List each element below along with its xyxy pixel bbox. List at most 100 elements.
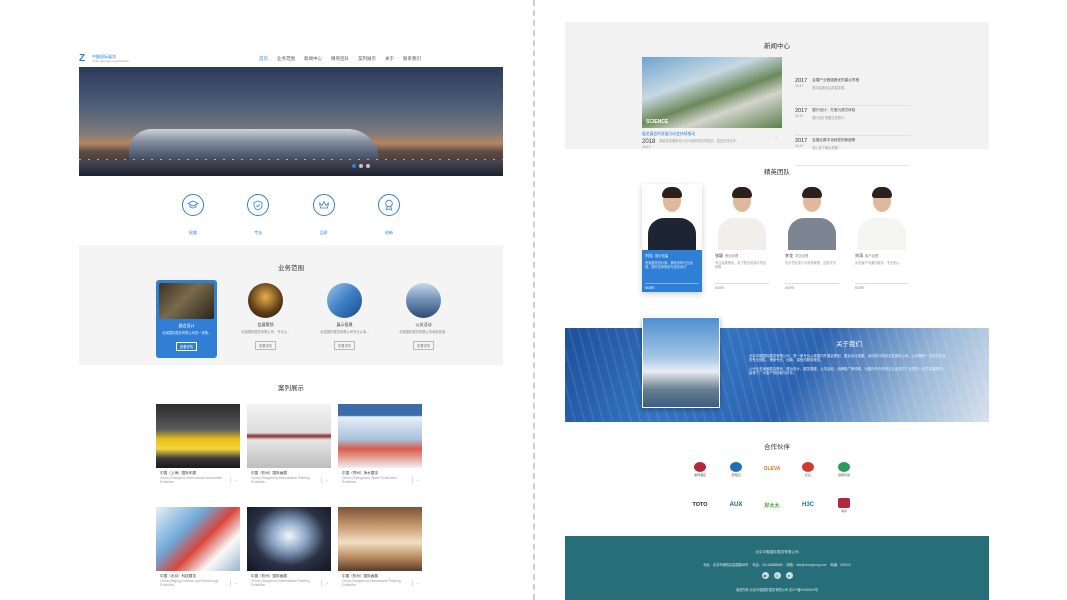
case-image bbox=[338, 507, 422, 571]
feature-quality[interactable]: 品质 bbox=[310, 194, 338, 244]
service-image bbox=[406, 283, 441, 318]
team-title: 精英团队 bbox=[764, 169, 790, 176]
carousel-dot[interactable] bbox=[359, 164, 363, 168]
partner-logo[interactable]: H3C bbox=[790, 494, 826, 516]
news-date: 10-17 bbox=[795, 114, 804, 118]
partner-logo[interactable]: OLEVA bbox=[754, 458, 790, 480]
partner-logo[interactable]: 迪拜酒店 bbox=[682, 458, 718, 480]
homepage-bottom-half: 新闻中心 SCIENCE 展览展会的发展方向会持续推动 2018 10-17 展… bbox=[565, 0, 989, 600]
partner-logo[interactable]: 碧桂园 bbox=[718, 458, 754, 480]
qq-icon[interactable]: ● bbox=[785, 572, 793, 579]
news-image[interactable]: SCIENCE bbox=[642, 57, 782, 128]
service-more-button[interactable]: 查看详情 bbox=[333, 341, 356, 350]
partner-logo[interactable]: 健康科技 bbox=[826, 458, 862, 480]
hero-banner[interactable] bbox=[79, 67, 503, 176]
about-text: 北京中融国际展览有限公司，是一家专业从事国内外展会策划、展台设计搭建、活动执行的… bbox=[749, 354, 949, 376]
service-title: 会展策划 bbox=[257, 322, 274, 327]
partner-logo[interactable]: 好太太 bbox=[754, 494, 790, 516]
arrow-right-icon[interactable]: → bbox=[773, 134, 778, 140]
service-card[interactable]: 公关活动 北城国际展览有限公司承接各类... 查看详情 bbox=[393, 280, 454, 358]
wechat-icon[interactable]: ◉ bbox=[761, 572, 769, 579]
case-item[interactable]: 中国（杭州）国际画展 China (Hangzhou) Internationa… bbox=[247, 404, 331, 496]
news-item[interactable]: 2017 10-17 会展业数字化转型的新趋势 线上线下融合发展... bbox=[795, 138, 910, 166]
feature-innovation[interactable]: 创新 bbox=[375, 194, 403, 244]
news-image-label: SCIENCE bbox=[646, 119, 669, 125]
news-featured[interactable]: 展览展会的发展方向会持续推动 2018 10-17 展会的发展带动行业与城市的共… bbox=[642, 132, 782, 149]
member-more-link[interactable]: MORE bbox=[855, 283, 909, 290]
logo[interactable]: Z 中融国际展览 China Zhongrong Exhibition bbox=[79, 53, 129, 64]
news-title: 新闻中心 bbox=[764, 43, 790, 50]
about-paragraph: 北京中融国际展览有限公司，是一家专业从事国内外展会策划、展台设计搭建、活动执行的… bbox=[749, 354, 946, 363]
footer-copyright: 版权所有 北京中融国际展览有限公司 京ICP备00000000号 bbox=[736, 588, 818, 592]
member-photo bbox=[782, 184, 842, 250]
nav-item-contact[interactable]: 联系我们 bbox=[403, 56, 421, 62]
carousel-dot[interactable] bbox=[352, 164, 356, 168]
case-item[interactable]: 中国（北京）科技展览 China (Beijing) Science and T… bbox=[156, 507, 240, 599]
nav-item-news[interactable]: 新闻中心 bbox=[304, 56, 322, 62]
arrow-right-icon[interactable]: → bbox=[321, 580, 329, 586]
weibo-icon[interactable]: ◎ bbox=[773, 572, 781, 579]
feature-professional[interactable]: 专业 bbox=[244, 194, 272, 244]
case-item[interactable]: 中国（杭州）国际画展 China (Hangzhou) Internationa… bbox=[247, 507, 331, 599]
feature-label: 专业 bbox=[254, 230, 263, 235]
nav-item-team[interactable]: 精英团队 bbox=[331, 56, 349, 62]
nav-item-cases[interactable]: 案列展示 bbox=[358, 56, 376, 62]
shield-icon bbox=[247, 194, 270, 216]
footer: 北京中融国际展览有限公司 地址：北京市朝阳区建国路88号 电话：010-8888… bbox=[565, 536, 989, 600]
nav-item-home[interactable]: 首页 bbox=[259, 56, 268, 62]
member-more-link[interactable]: MORE bbox=[645, 283, 699, 290]
member-photo bbox=[852, 184, 912, 250]
partner-logo[interactable]: AUX bbox=[718, 494, 754, 516]
news-section: 新闻中心 SCIENCE 展览展会的发展方向会持续推动 2018 10-17 展… bbox=[565, 22, 989, 166]
team-list: 刘佳 设计总监 资深展览设计师，拥有多年行业经验，擅长空间规划与创意设计 MORE… bbox=[642, 184, 912, 292]
case-subtitle: China (Beijing) Science and Technology E… bbox=[160, 578, 219, 587]
service-card[interactable]: 展示搭建 北城国际展览有限公司专业从事... 查看详情 bbox=[314, 280, 375, 358]
case-subtitle: China (Hangzhou) International Painting … bbox=[251, 475, 310, 484]
member-photo bbox=[712, 184, 772, 250]
service-more-button[interactable]: 查看详情 bbox=[254, 341, 277, 350]
team-member-card[interactable]: 刘涛 客户经理 负责客户沟通与服务，专业贴心 MORE bbox=[852, 184, 912, 292]
arrow-right-icon[interactable]: → bbox=[321, 477, 329, 483]
service-card[interactable]: 展会设计 北城国际展览有限公司是一家集... 查看详情 bbox=[156, 280, 217, 358]
partner-logo[interactable]: 海尔 bbox=[826, 494, 862, 516]
carousel-dots bbox=[352, 164, 370, 168]
member-more-link[interactable]: MORE bbox=[715, 283, 769, 290]
case-subtitle: China (Hangzhou) International Painting … bbox=[251, 578, 310, 587]
news-headline: 会展产业做强做优的重点举措 bbox=[812, 78, 859, 82]
news-summary: 线上线下融合发展... bbox=[812, 146, 841, 150]
nav-item-services[interactable]: 业务范围 bbox=[277, 56, 295, 62]
footer-zip: 邮编：100000 bbox=[830, 563, 851, 567]
feature-authority[interactable]: 权威 bbox=[179, 194, 207, 244]
member-more-link[interactable]: MORE bbox=[785, 283, 839, 290]
case-item[interactable]: 中国（上海）国际车展 China (Shanghai) Internationa… bbox=[156, 404, 240, 496]
about-title: 关于我们 bbox=[836, 341, 862, 348]
member-role: 项目经理 bbox=[795, 254, 809, 258]
partner-logo[interactable]: TOTO bbox=[682, 494, 718, 516]
footer-email[interactable]: 邮箱：info@zhongrong.com bbox=[786, 562, 826, 567]
team-member-card[interactable]: 刘佳 设计总监 资深展览设计师，拥有多年行业经验，擅长空间规划与创意设计 MORE bbox=[642, 184, 702, 292]
arrow-right-icon[interactable]: → bbox=[412, 477, 420, 483]
service-more-button[interactable]: 查看详情 bbox=[412, 341, 435, 350]
partner-logo[interactable]: 长虹 bbox=[790, 458, 826, 480]
news-date: 10-17 bbox=[795, 144, 804, 148]
page-divider bbox=[533, 0, 535, 600]
service-card[interactable]: 会展策划 北城国际展览有限公司，专业从... 查看详情 bbox=[235, 280, 296, 358]
case-item[interactable]: 中国（郑州）净水展览 China (Zhengzhou) Water Purif… bbox=[338, 404, 422, 496]
arrow-right-icon[interactable]: → bbox=[230, 477, 238, 483]
nav-item-about[interactable]: 关于 bbox=[385, 56, 394, 62]
partners-grid: 迪拜酒店 碧桂园 OLEVA 长虹 健康科技 TOTO AUX 好太太 H3C … bbox=[682, 458, 862, 516]
services-list: 展会设计 北城国际展览有限公司是一家集... 查看详情 会展策划 北城国际展览有… bbox=[156, 280, 454, 358]
member-role: 设计总监 bbox=[655, 254, 669, 258]
carousel-dot[interactable] bbox=[366, 164, 370, 168]
services-section: 业务范围 展会设计 北城国际展览有限公司是一家集... 查看详情 会展策划 北城… bbox=[79, 245, 503, 365]
team-member-card[interactable]: 李龙 项目经理 负责项目执行与现场管理，经验丰富 MORE bbox=[782, 184, 842, 292]
member-name: 张颖 bbox=[715, 253, 723, 258]
about-paragraph: 公司业务涵盖展会策划、展台设计、展览搭建、公关活动、品牌推广等领域，为国内外众多… bbox=[749, 366, 946, 376]
news-item[interactable]: 2017 10-17 会展产业做强做优的重点举措 推动会展业高质量发展... bbox=[795, 78, 910, 106]
news-item[interactable]: 2017 10-17 展厅设计：打造沉浸式体验 展厅设计需要注重观众... bbox=[795, 108, 910, 136]
team-member-card[interactable]: 张颖 策划经理 专注会展策划，善于整合资源与项目统筹 MORE bbox=[712, 184, 772, 292]
arrow-right-icon[interactable]: → bbox=[412, 580, 420, 586]
service-more-button[interactable]: 查看详情 bbox=[175, 342, 198, 351]
case-item[interactable]: 中国（杭州）国际画展 China (Hangzhou) Internationa… bbox=[338, 507, 422, 599]
arrow-right-icon[interactable]: → bbox=[230, 580, 238, 586]
